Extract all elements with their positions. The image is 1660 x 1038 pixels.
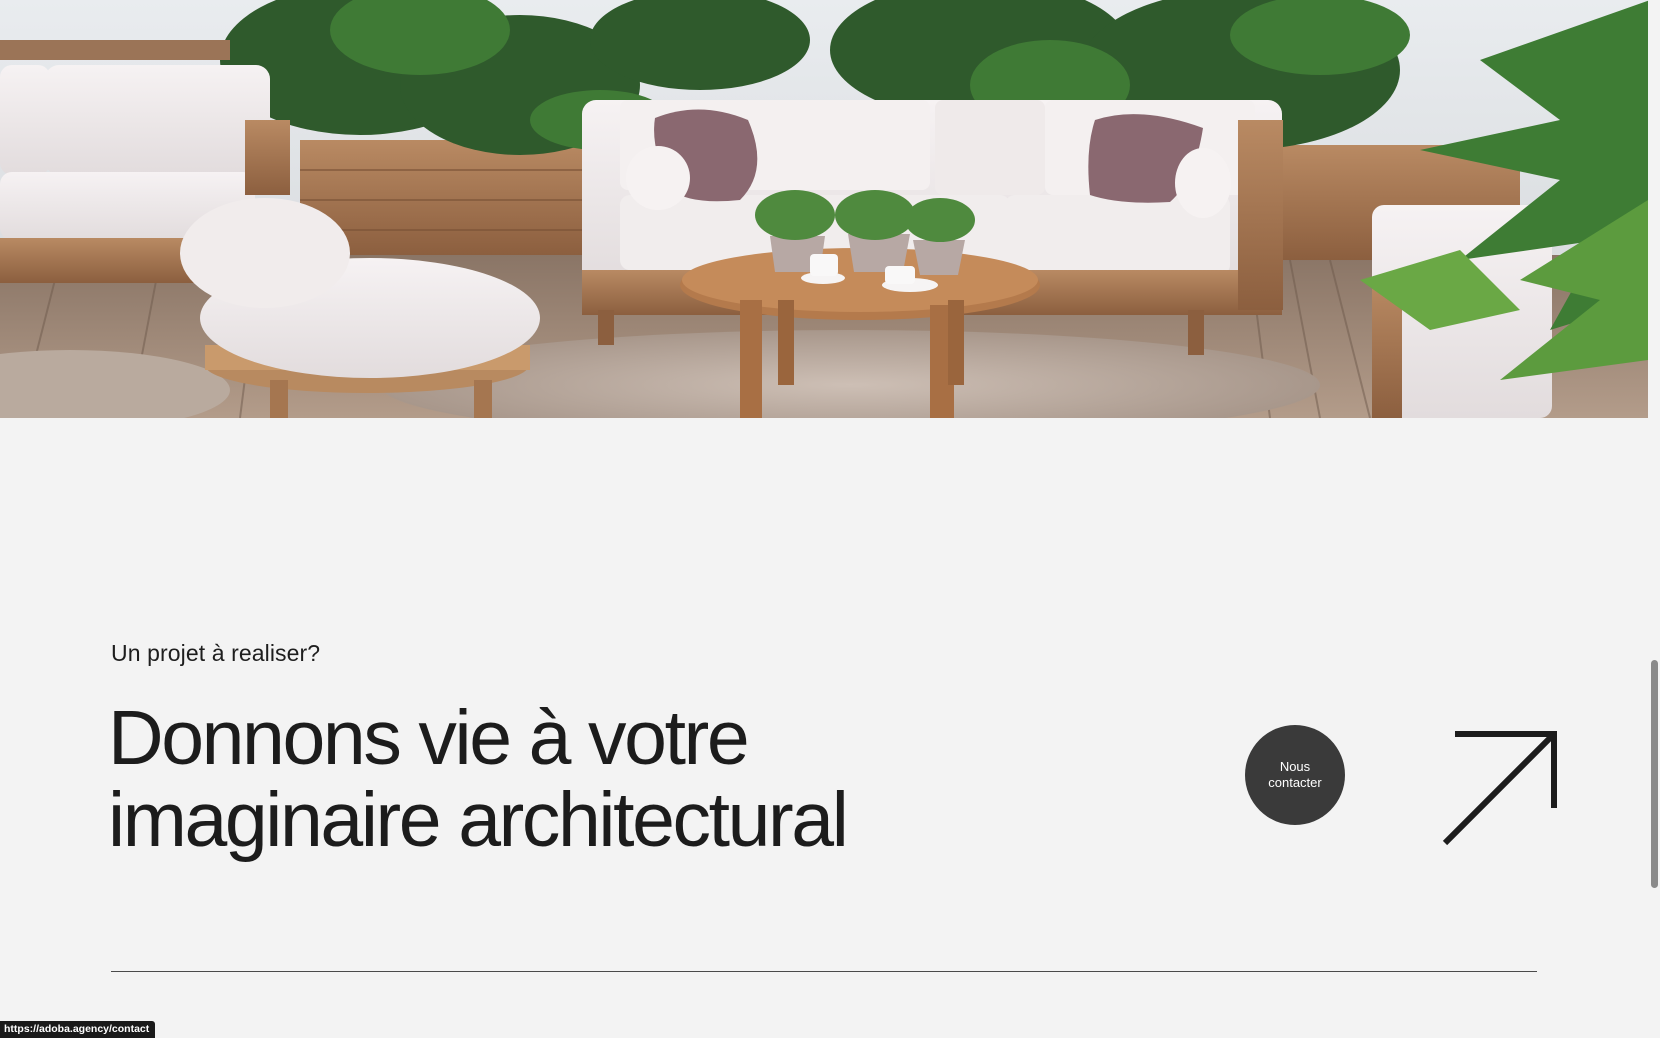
page: Un projet à realiser? Donnons vie à votr… [0,0,1660,1038]
scrollbar-thumb[interactable] [1651,660,1658,888]
cta-headline-line-1: Donnons vie à votre [108,695,750,781]
contact-button[interactable]: Nous contacter [1245,725,1345,825]
contact-button-label: Nous contacter [1268,759,1322,790]
cta-kicker: Un projet à realiser? [111,640,321,666]
hero-image [0,0,1648,418]
arrow-up-right-icon[interactable] [1440,728,1560,848]
cta-headline-line-2: imaginaire architectural [108,777,849,863]
status-bar-url: https://adoba.agency/contact [0,1021,156,1038]
section-divider [111,971,1537,972]
cta-headline: Donnons vie à votre imaginaire architect… [108,695,849,863]
scrollbar-track[interactable] [1648,0,1660,1038]
